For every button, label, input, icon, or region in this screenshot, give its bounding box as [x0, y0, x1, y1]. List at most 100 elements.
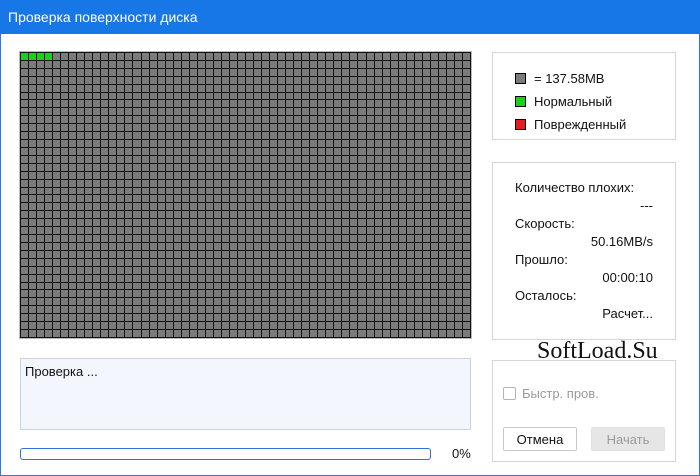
surface-block [69, 258, 77, 266]
surface-block [45, 60, 53, 68]
surface-block [382, 171, 390, 179]
surface-block [93, 250, 101, 258]
surface-block [302, 171, 310, 179]
surface-block [141, 290, 149, 298]
surface-block [382, 242, 390, 250]
surface-block [326, 330, 334, 337]
surface-block [61, 68, 69, 76]
surface-block [326, 219, 334, 227]
surface-block [53, 235, 61, 242]
surface-block [53, 187, 61, 195]
surface-block [302, 76, 310, 84]
surface-block [133, 187, 141, 195]
surface-block [37, 290, 45, 298]
surface-block [181, 274, 189, 282]
surface-block [334, 140, 342, 147]
surface-block [422, 211, 430, 219]
surface-block [270, 266, 278, 274]
quick-check-checkbox[interactable] [503, 387, 516, 400]
surface-block [454, 92, 462, 100]
surface-block [438, 298, 446, 306]
surface-block [37, 155, 45, 163]
surface-block [414, 132, 422, 140]
surface-block [374, 330, 382, 337]
surface-block [462, 250, 470, 258]
surface-block [374, 322, 382, 330]
surface-block [157, 195, 165, 203]
surface-block [69, 187, 77, 195]
start-button[interactable]: Начать [591, 427, 665, 451]
surface-block [21, 322, 29, 330]
surface-block [254, 250, 262, 258]
surface-block [326, 179, 334, 187]
quick-check-option[interactable]: Быстр. пров. [503, 386, 599, 401]
surface-block [213, 60, 221, 68]
surface-block [374, 203, 382, 211]
surface-block [205, 155, 213, 163]
surface-block [237, 298, 245, 306]
surface-block [350, 314, 358, 322]
surface-block [310, 322, 318, 330]
surface-block [85, 274, 93, 282]
surface-block [205, 140, 213, 147]
surface-block [237, 330, 245, 337]
surface-block [237, 132, 245, 140]
surface-block [69, 171, 77, 179]
surface-block [446, 76, 454, 84]
surface-block [382, 132, 390, 140]
surface-block [197, 227, 205, 235]
surface-block [358, 68, 366, 76]
surface-block [438, 219, 446, 227]
surface-block [117, 322, 125, 330]
surface-block [462, 290, 470, 298]
surface-block [390, 242, 398, 250]
surface-block [85, 219, 93, 227]
surface-block [390, 322, 398, 330]
surface-block [221, 282, 229, 290]
surface-block [221, 314, 229, 322]
surface-block [229, 290, 237, 298]
surface-block [334, 242, 342, 250]
surface-block [398, 322, 406, 330]
surface-block [29, 242, 37, 250]
surface-block [438, 195, 446, 203]
surface-block [21, 132, 29, 140]
surface-block [37, 132, 45, 140]
surface-block [205, 100, 213, 108]
surface-block [69, 84, 77, 92]
surface-block [366, 124, 374, 132]
surface-block [382, 140, 390, 147]
surface-block [294, 306, 302, 314]
surface-block [302, 124, 310, 132]
surface-block [69, 140, 77, 147]
surface-block [133, 60, 141, 68]
surface-block [85, 290, 93, 298]
surface-block [438, 68, 446, 76]
surface-block [390, 147, 398, 155]
surface-block [77, 100, 85, 108]
cancel-button[interactable]: Отмена [503, 427, 577, 451]
surface-block [37, 53, 45, 60]
surface-block [173, 314, 181, 322]
surface-block [229, 155, 237, 163]
surface-block [446, 195, 454, 203]
surface-block [245, 155, 254, 163]
surface-block [398, 187, 406, 195]
surface-block [262, 163, 270, 171]
surface-block [422, 124, 430, 132]
surface-block [77, 322, 85, 330]
surface-block [334, 60, 342, 68]
surface-block [438, 124, 446, 132]
surface-block [101, 163, 109, 171]
surface-block [141, 211, 149, 219]
surface-block [278, 140, 286, 147]
surface-block [197, 298, 205, 306]
surface-block [262, 211, 270, 219]
surface-block [310, 219, 318, 227]
surface-block [181, 68, 189, 76]
surface-block [165, 235, 173, 242]
surface-block [45, 282, 53, 290]
surface-block [133, 140, 141, 147]
surface-block [245, 92, 254, 100]
surface-block [318, 322, 326, 330]
